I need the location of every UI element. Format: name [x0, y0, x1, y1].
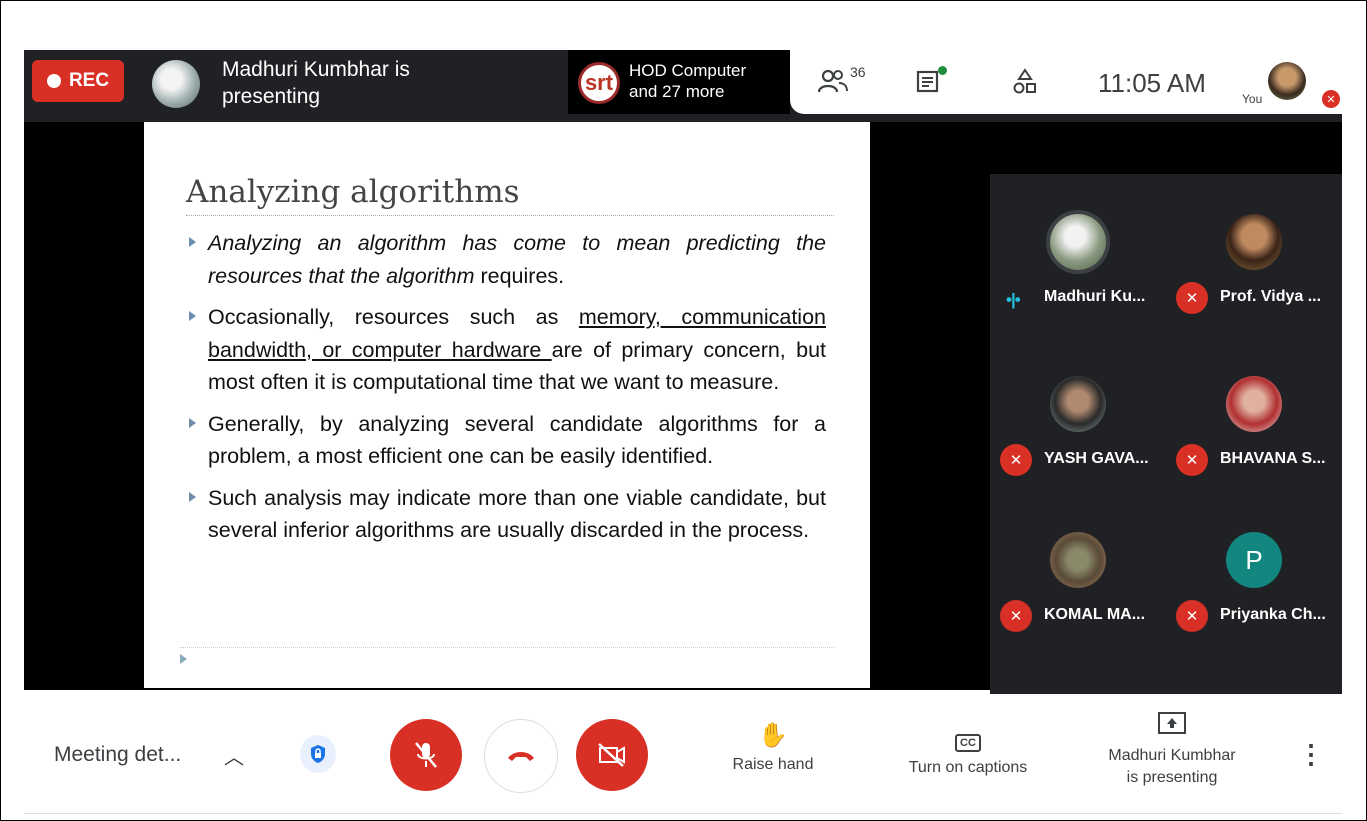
participant-name: Prof. Vidya ...: [1220, 288, 1322, 305]
participant-name: KOMAL MA...: [1044, 606, 1146, 623]
participant-name: BHAVANA S...: [1220, 450, 1326, 467]
people-icon[interactable]: [817, 68, 848, 101]
mic-off-icon: ✕: [1000, 600, 1032, 632]
participant-count: 36: [850, 64, 866, 80]
chat-notification-dot: [938, 66, 947, 75]
raise-hand-label: Raise hand: [732, 756, 814, 773]
captions-button[interactable]: CC Turn on captions: [892, 725, 1044, 777]
meeting-panel: 36 11:05 AM You ✕: [790, 50, 1342, 114]
presenter-status-line2: presenting: [222, 85, 321, 108]
presenting-label-line2: is presenting: [1126, 769, 1218, 786]
camera-toggle-button[interactable]: [576, 719, 648, 791]
slide-bullet: Generally, by analyzing several candidat…: [186, 408, 826, 473]
mic-off-icon: ✕: [1000, 444, 1032, 476]
hang-up-icon: [508, 752, 534, 761]
speaking-indicator-icon: •|•: [1006, 290, 1021, 309]
audience-line1: HOD Computer: [629, 61, 747, 80]
audience-chip[interactable]: srt HOD Computer and 27 more: [568, 50, 790, 114]
slide-bullets: Analyzing an algorithm has come to mean …: [186, 227, 826, 556]
presenter-status: Madhuri Kumbhar is presenting: [222, 56, 410, 110]
chevron-up-icon[interactable]: ︿: [224, 741, 244, 770]
mic-off-icon: [415, 742, 437, 768]
mic-off-icon: ✕: [1176, 282, 1208, 314]
mic-toggle-button[interactable]: [390, 719, 462, 791]
audience-text: HOD Computer and 27 more: [629, 60, 746, 102]
participant-tile[interactable]: ✕ Prof. Vidya ...: [1166, 174, 1342, 332]
slide-bullet: Occasionally, resources such as memory, …: [186, 301, 826, 399]
you-label: You: [1242, 92, 1263, 106]
captions-label: Turn on captions: [908, 759, 1028, 776]
participant-tile[interactable]: ✕ YASH GAVA...: [990, 336, 1166, 494]
audience-line2: and 27 more: [629, 82, 725, 101]
participant-tile[interactable]: ✕ KOMAL MA...: [990, 492, 1166, 650]
recording-badge: REC: [32, 60, 124, 102]
camera-off-icon: [598, 743, 625, 767]
participant-avatar: [1050, 214, 1106, 270]
slide-title: Analyzing algorithms: [186, 174, 520, 210]
participant-tile[interactable]: •|• Madhuri Ku...: [990, 174, 1166, 332]
self-avatar[interactable]: [1268, 62, 1306, 100]
rec-label: REC: [68, 70, 110, 91]
bullet-text: Generally, by analyzing several candidat…: [208, 411, 826, 469]
empty-bullet-icon: [180, 654, 187, 664]
captions-icon: CC: [892, 725, 1044, 753]
participant-name: Priyanka Ch...: [1220, 606, 1326, 623]
captions-icon-label: CC: [955, 734, 981, 752]
participant-avatar: [1050, 376, 1106, 432]
mic-off-icon: ✕: [1322, 90, 1340, 108]
presentation-stage: Analyzing algorithms Analyzing an algori…: [24, 122, 990, 690]
presenter-avatar: [152, 60, 200, 108]
activities-icon[interactable]: [1012, 68, 1038, 103]
participant-name: YASH GAVA...: [1044, 450, 1149, 467]
participant-grid-header: [990, 122, 1342, 174]
bullet-text: Such analysis may indicate more than one…: [208, 485, 826, 543]
more-options-icon[interactable]: ⋮: [1298, 739, 1324, 770]
participant-tile[interactable]: ✕ BHAVANA S...: [1166, 336, 1342, 494]
participant-tile[interactable]: P ✕ Priyanka Ch...: [1166, 492, 1342, 650]
mic-off-icon: ✕: [1176, 444, 1208, 476]
mic-off-icon: ✕: [1176, 600, 1208, 632]
leave-call-button[interactable]: [484, 719, 558, 793]
presenting-button[interactable]: Madhuri Kumbhar is presenting: [1094, 711, 1250, 789]
shield-icon[interactable]: [300, 735, 336, 773]
participant-name: Madhuri Ku...: [1044, 288, 1146, 305]
participant-grid: •|• Madhuri Ku... ✕ Prof. Vidya ... ✕ YA…: [990, 174, 1342, 694]
participant-avatar: P: [1226, 532, 1282, 588]
srt-logo: srt: [578, 62, 620, 104]
top-bar: REC Madhuri Kumbhar is presenting srt HO…: [24, 50, 1342, 122]
presenter-status-line1: Madhuri Kumbhar is: [222, 58, 410, 81]
raise-hand-button[interactable]: ✋ Raise hand: [724, 721, 822, 774]
participant-avatar: [1050, 532, 1106, 588]
title-divider: [186, 215, 834, 216]
bullet-text: Occasionally, resources such as: [208, 305, 579, 329]
record-dot-icon: [46, 74, 61, 88]
bullet-text: requires.: [474, 263, 565, 288]
slide: Analyzing algorithms Analyzing an algori…: [144, 122, 870, 688]
participant-avatar: [1226, 376, 1282, 432]
hand-icon: ✋: [758, 722, 788, 749]
slide-bullet: Analyzing an algorithm has come to mean …: [186, 227, 826, 292]
slide-bullet: Such analysis may indicate more than one…: [186, 482, 826, 547]
present-screen-icon: [1094, 711, 1250, 739]
meeting-details-button[interactable]: Meeting det...: [54, 743, 181, 767]
presenting-label-line1: Madhuri Kumbhar: [1108, 747, 1236, 764]
footer-divider: [180, 647, 834, 648]
bottom-control-bar: Meeting det... ︿ ✋ Raise hand CC Turn on…: [24, 695, 1342, 814]
participant-avatar: [1226, 214, 1282, 270]
clock: 11:05 AM: [1098, 68, 1206, 98]
